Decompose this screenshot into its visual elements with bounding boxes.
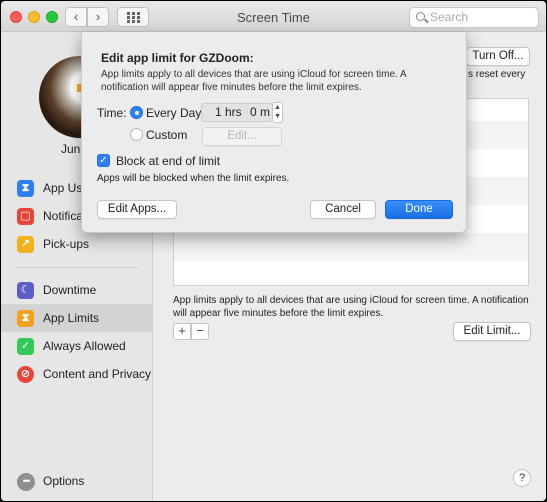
hourglass-icon: ⧗ bbox=[17, 180, 34, 197]
checkmark-icon: ✓ bbox=[99, 155, 108, 166]
done-button[interactable]: Done bbox=[385, 200, 453, 219]
time-limit-field[interactable]: 1 hrs 0 m bbox=[201, 103, 273, 122]
time-stepper[interactable]: ▲ ▼ bbox=[272, 102, 283, 123]
sidebar-item-label: Pick-ups bbox=[43, 237, 90, 251]
sidebar-item-app-limits[interactable]: ⧗ App Limits bbox=[1, 304, 153, 332]
app-limits-footer-text: App limits apply to all devices that are… bbox=[173, 295, 529, 319]
add-limit-button[interactable]: + bbox=[173, 323, 191, 340]
screen-time-window: ‹ › Screen Time Search Jun ⧗ App Us ▢ No… bbox=[1, 1, 546, 501]
pickup-icon: ↗ bbox=[17, 236, 34, 253]
sidebar-item-label: Content and Privacy bbox=[43, 367, 152, 381]
custom-label[interactable]: Custom bbox=[146, 128, 187, 142]
chevron-up-icon[interactable]: ▲ bbox=[273, 103, 282, 112]
sidebar-item-label: App Us bbox=[43, 181, 83, 195]
chevron-down-icon[interactable]: ▼ bbox=[273, 112, 282, 121]
sheet-description: App limits apply to all devices that are… bbox=[101, 69, 407, 93]
every-day-radio[interactable] bbox=[130, 106, 143, 119]
hourglass-icon: ⧗ bbox=[17, 310, 34, 327]
turn-off-button[interactable]: Turn Off... bbox=[466, 47, 530, 66]
cancel-button[interactable]: Cancel bbox=[310, 200, 376, 219]
table-row[interactable] bbox=[174, 233, 528, 261]
sidebar-item-label: Always Allowed bbox=[43, 339, 126, 353]
edit-apps-button[interactable]: Edit Apps... bbox=[97, 200, 177, 219]
custom-radio[interactable] bbox=[130, 128, 143, 141]
sidebar-item-content-privacy[interactable]: ⊘ Content and Privacy bbox=[1, 360, 153, 388]
help-button[interactable]: ? bbox=[513, 469, 531, 487]
notification-icon: ▢ bbox=[17, 208, 34, 225]
sidebar-item-downtime[interactable]: ☾ Downtime bbox=[1, 276, 153, 304]
block-label[interactable]: Block at end of limit bbox=[116, 154, 220, 168]
sidebar-item-always-allowed[interactable]: ✓ Always Allowed bbox=[1, 332, 153, 360]
sidebar-item-label: App Limits bbox=[43, 311, 100, 325]
sidebar-item-label: Downtime bbox=[43, 283, 97, 297]
sidebar-divider bbox=[15, 267, 139, 268]
user-name: Jun bbox=[61, 142, 81, 156]
remove-limit-button[interactable]: − bbox=[191, 323, 209, 340]
sheet-title: Edit app limit for GZDoom: bbox=[101, 51, 254, 65]
time-label: Time: bbox=[97, 106, 127, 120]
block-note: Apps will be blocked when the limit expi… bbox=[97, 173, 290, 184]
minutes-value[interactable]: 0 m bbox=[250, 104, 270, 121]
custom-edit-button[interactable]: Edit... bbox=[202, 127, 282, 146]
sidebar-item-pickups[interactable]: ↗ Pick-ups bbox=[1, 230, 153, 258]
checkmark-shield-icon: ✓ bbox=[17, 338, 34, 355]
table-row[interactable] bbox=[174, 261, 528, 289]
sidebar-item-label: Options bbox=[43, 474, 85, 488]
no-entry-icon: ⊘ bbox=[17, 366, 34, 383]
reset-every-text: s reset every bbox=[468, 69, 526, 80]
sidebar-item-label: Notifica bbox=[43, 209, 84, 223]
edit-limit-button[interactable]: Edit Limit... bbox=[453, 322, 531, 341]
search-placeholder: Search bbox=[430, 10, 469, 24]
every-day-label[interactable]: Every Day bbox=[146, 106, 201, 120]
title-bar: ‹ › Screen Time Search bbox=[1, 1, 546, 32]
search-icon bbox=[416, 12, 425, 21]
block-at-end-checkbox[interactable]: ✓ bbox=[97, 154, 110, 167]
search-field[interactable]: Search bbox=[409, 7, 539, 28]
moon-icon: ☾ bbox=[17, 282, 34, 299]
sidebar-item-options[interactable]: ••• Options bbox=[1, 467, 153, 495]
hours-value[interactable]: 1 hrs bbox=[215, 104, 242, 121]
ellipsis-icon: ••• bbox=[17, 473, 35, 491]
